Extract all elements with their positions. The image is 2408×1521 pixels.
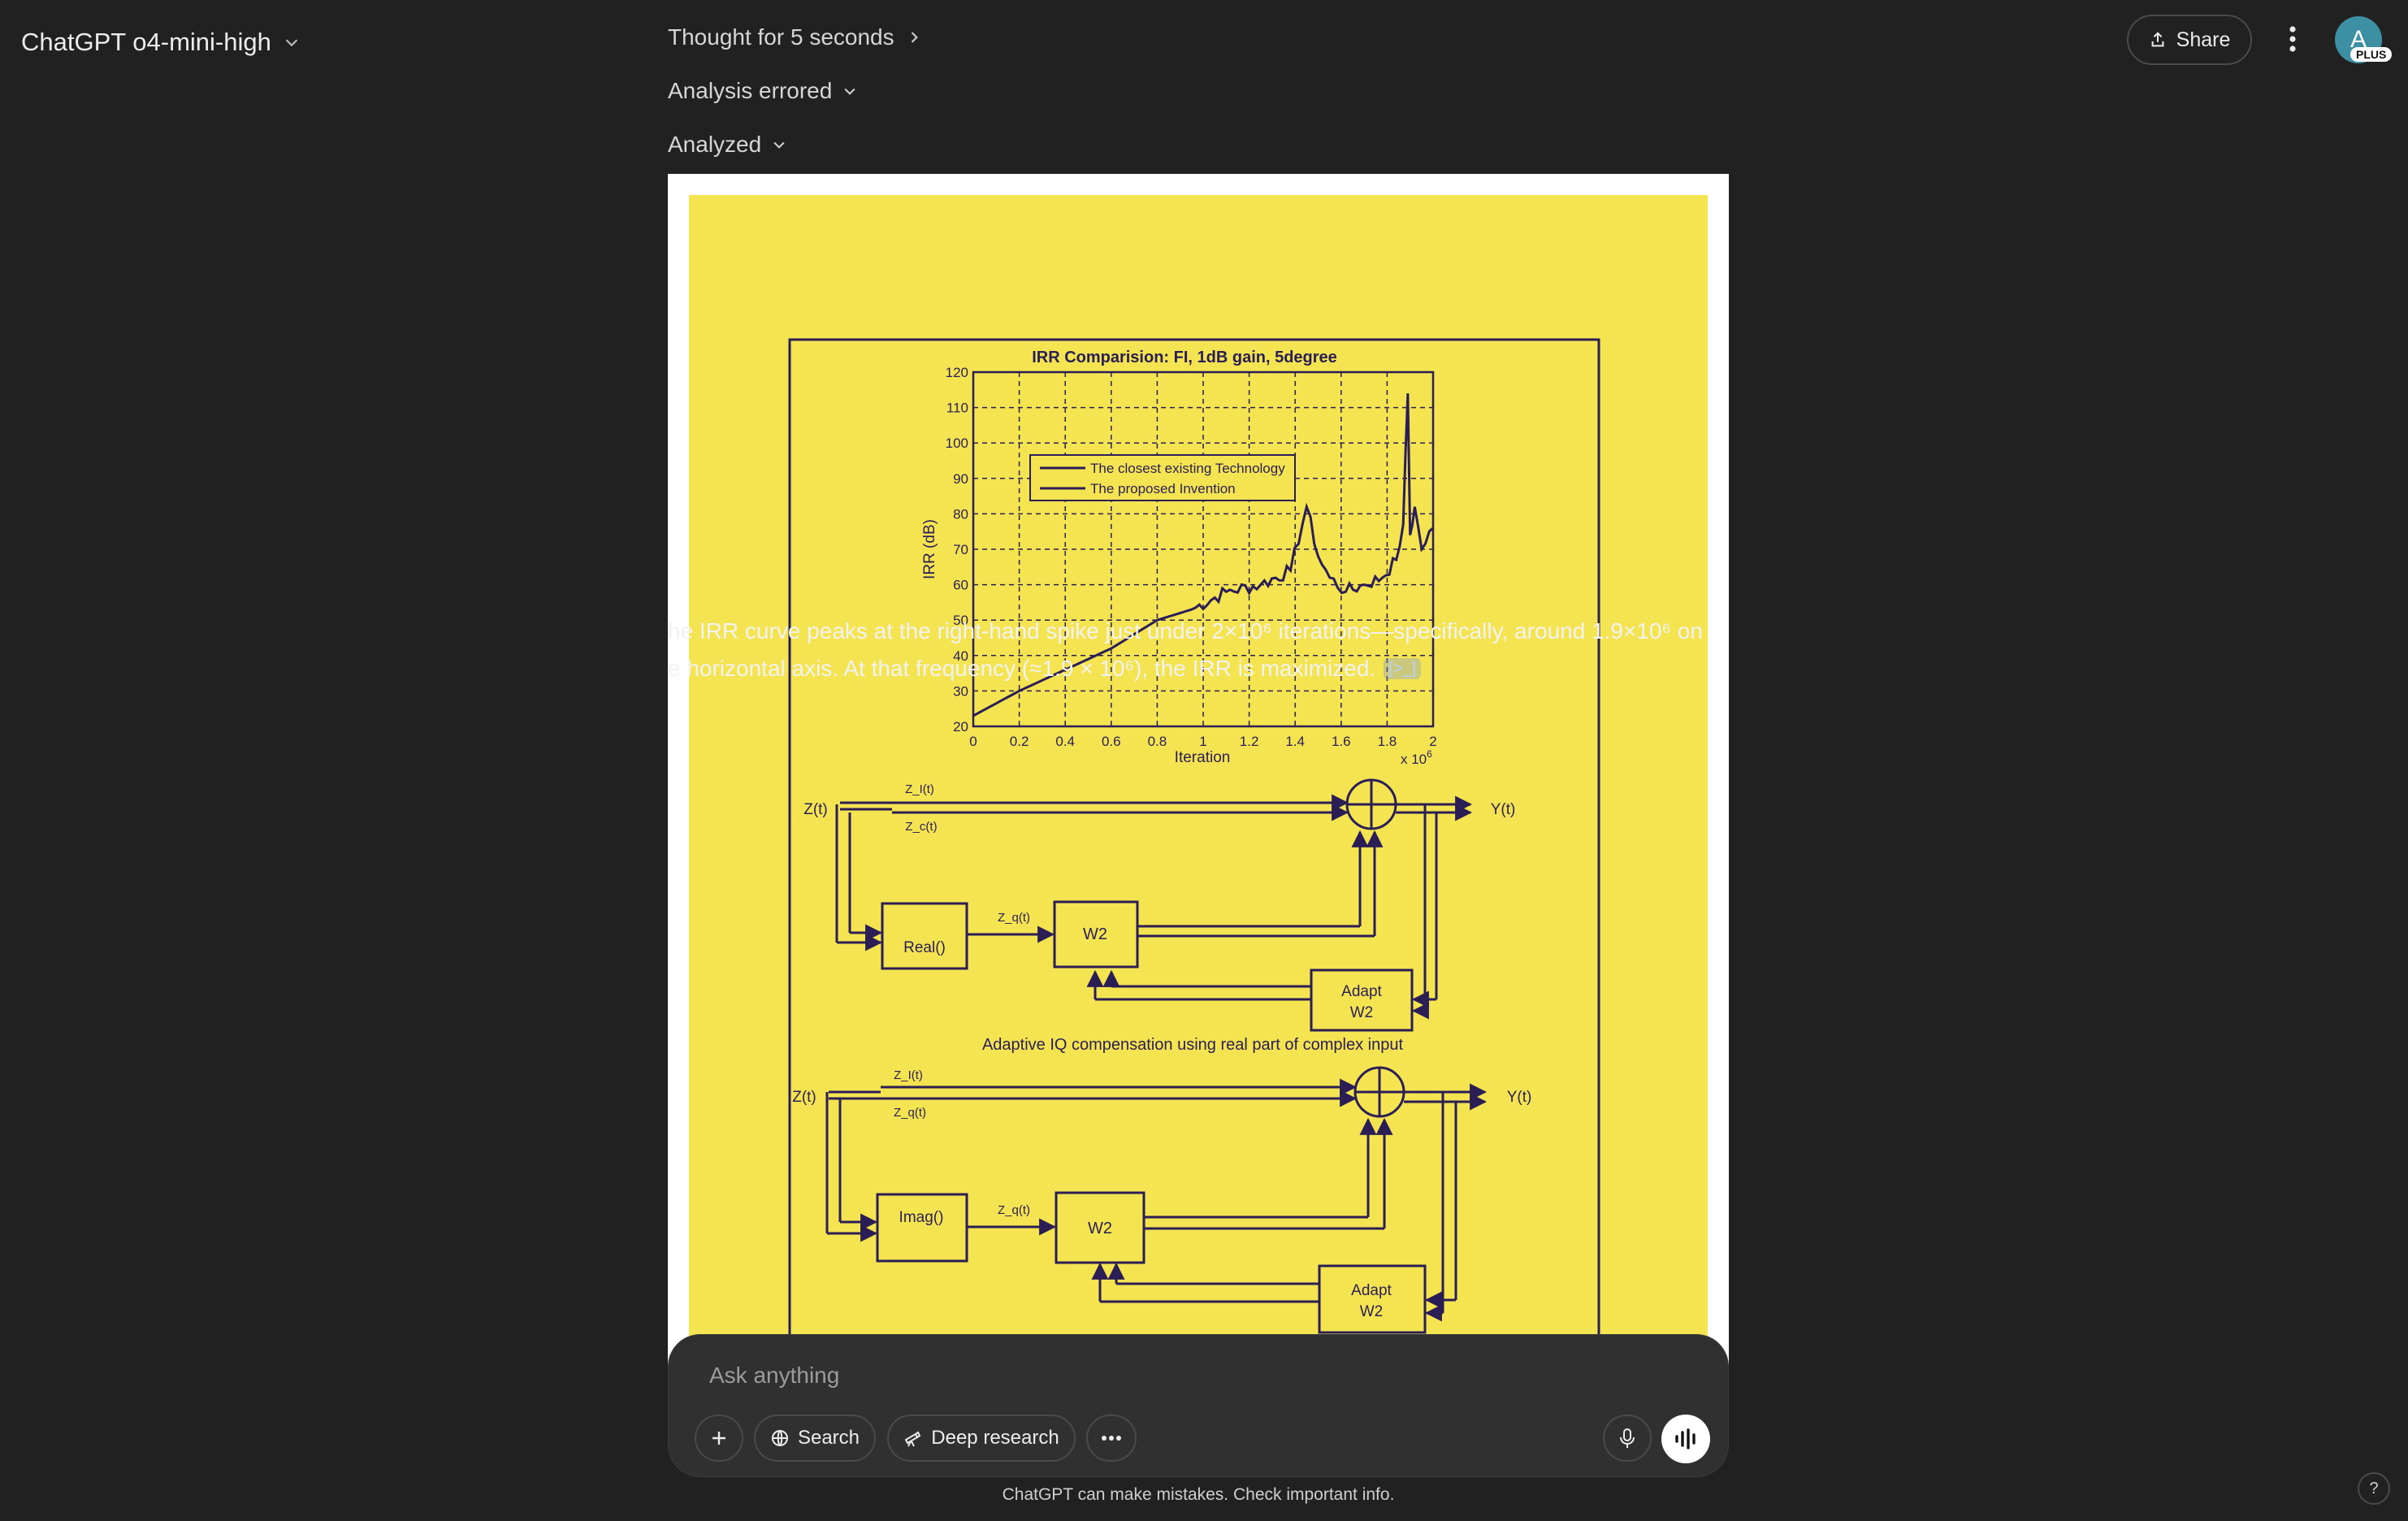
share-button[interactable]: Share bbox=[2127, 15, 2252, 65]
chart-title: IRR Comparision: FI, 1dB gain, 5degree bbox=[1032, 349, 1337, 366]
model-name: ChatGPT o4-mini-high bbox=[21, 28, 271, 56]
add-attachment-button[interactable] bbox=[695, 1415, 743, 1462]
x-tick-label: 0.8 bbox=[1148, 734, 1167, 749]
deep-research-label: Deep research bbox=[931, 1427, 1059, 1449]
x-axis-label: Iteration bbox=[1175, 749, 1231, 766]
deep-research-button[interactable]: Deep research bbox=[887, 1415, 1076, 1462]
diagram2-adapt-w2: W2 bbox=[1360, 1303, 1384, 1320]
diagram1-real-block: Real() bbox=[903, 939, 946, 956]
analyzed-label: Analyzed bbox=[668, 132, 762, 157]
x-tick-labels: 0 0.2 0.4 0.6 0.8 1 1.2 1.4 1.6 1.8 2 bbox=[969, 734, 1436, 749]
diagram2-upper: Z_I(t) bbox=[894, 1068, 923, 1082]
plan-badge: PLUS bbox=[2350, 47, 2393, 62]
y-tick-label: 60 bbox=[953, 578, 968, 593]
answer-line-2-row: e horizontal axis. At that frequency (≈1… bbox=[668, 650, 1729, 687]
diagram1-upper: Z_I(t) bbox=[905, 782, 934, 796]
diagram1-adapt-w2: W2 bbox=[1350, 1004, 1374, 1021]
help-button[interactable]: ? bbox=[2358, 1472, 2390, 1505]
diagram1-adapt-block: Adapt bbox=[1341, 983, 1382, 1000]
microphone-icon bbox=[1620, 1428, 1635, 1448]
diagram2-adapt-block: Adapt bbox=[1351, 1282, 1392, 1299]
diagram1-caption: Adaptive IQ compensation using real part… bbox=[982, 1036, 1404, 1054]
scanned-figure: IRR Comparision: FI, 1dB gain, 5degree 1… bbox=[689, 195, 1708, 1368]
answer-line-1: he IRR curve peaks at the right-hand spi… bbox=[668, 618, 1703, 644]
share-icon bbox=[2151, 32, 2164, 47]
y-tick-label: 100 bbox=[946, 436, 968, 451]
help-label: ? bbox=[2369, 1479, 2379, 1497]
x-tick-label: 1 bbox=[1199, 734, 1206, 749]
legend-entry-2: The proposed Invention bbox=[1090, 481, 1236, 496]
share-label: Share bbox=[2176, 28, 2231, 51]
y-tick-label: 70 bbox=[953, 542, 968, 557]
x-tick-label: 0.4 bbox=[1055, 734, 1075, 749]
diagram1-input: Z(t) bbox=[803, 801, 828, 818]
answer-line-2: e horizontal axis. At that frequency (≈1… bbox=[668, 656, 1376, 681]
voice-mode-button[interactable] bbox=[1661, 1415, 1710, 1463]
waveform-icon bbox=[1675, 1428, 1696, 1450]
diagram2-mid: Z_q(t) bbox=[998, 1203, 1030, 1217]
vertical-ellipsis-icon bbox=[2289, 26, 2296, 52]
chevron-down-icon bbox=[285, 39, 298, 47]
y-axis-label: IRR (dB) bbox=[921, 519, 938, 579]
chevron-down-icon bbox=[844, 88, 855, 95]
chevron-down-icon bbox=[773, 141, 785, 149]
thought-toggle[interactable]: Thought for 5 seconds bbox=[668, 18, 922, 57]
x-tick-label: 1.8 bbox=[1378, 734, 1397, 749]
analysis-errored-toggle[interactable]: Analysis errored bbox=[668, 72, 858, 110]
x-tick-label: 1.2 bbox=[1240, 734, 1259, 749]
x-tick-label: 1.4 bbox=[1285, 734, 1305, 749]
telescope-icon bbox=[904, 1431, 921, 1447]
y-tick-label: 110 bbox=[946, 401, 968, 416]
composer: Search Deep research bbox=[668, 1334, 1729, 1477]
search-button[interactable]: Search bbox=[754, 1415, 876, 1462]
diagram1-lower: Z_c(t) bbox=[905, 820, 937, 834]
y-tick-label: 20 bbox=[953, 719, 968, 734]
assistant-answer: he IRR curve peaks at the right-hand spi… bbox=[668, 613, 1729, 694]
globe-icon bbox=[771, 1430, 788, 1446]
diagram1-output: Y(t) bbox=[1491, 801, 1516, 818]
dictate-button[interactable] bbox=[1603, 1415, 1652, 1462]
legend-entry-1: The closest existing Technology bbox=[1090, 461, 1285, 476]
search-label: Search bbox=[797, 1427, 860, 1449]
disclaimer: ChatGPT can make mistakes. Check importa… bbox=[1002, 1485, 1395, 1504]
diagram1-w2-block: W2 bbox=[1083, 925, 1107, 943]
y-tick-label: 90 bbox=[953, 471, 968, 487]
x-tick-label: 2 bbox=[1429, 734, 1436, 749]
chevron-right-icon bbox=[911, 32, 918, 43]
diagram1-mid: Z_q(t) bbox=[998, 911, 1030, 925]
y-tick-label: 80 bbox=[953, 506, 968, 522]
analysis-errored-label: Analysis errored bbox=[668, 78, 833, 103]
model-switcher[interactable]: ChatGPT o4-mini-high bbox=[21, 23, 301, 62]
more-options-button[interactable] bbox=[2275, 21, 2311, 57]
thought-label: Thought for 5 seconds bbox=[668, 24, 894, 50]
y-tick-label: 120 bbox=[946, 365, 968, 380]
analysis-figure: IRR Comparision: FI, 1dB gain, 5degree 1… bbox=[668, 174, 1729, 1368]
diagram2-lower: Z_q(t) bbox=[894, 1106, 926, 1120]
x-tick-label: 0 bbox=[969, 734, 977, 749]
x-tick-label: 0.2 bbox=[1010, 734, 1029, 749]
x-tick-label: 1.6 bbox=[1332, 734, 1351, 749]
x-tick-label: 0.6 bbox=[1102, 734, 1121, 749]
horizontal-ellipsis-icon bbox=[1102, 1436, 1121, 1441]
analyzed-toggle[interactable]: Analyzed bbox=[668, 125, 787, 164]
diagram2-w2-block: W2 bbox=[1088, 1220, 1112, 1237]
more-tools-button[interactable] bbox=[1086, 1415, 1137, 1462]
code-citation-chip[interactable]: [>_] bbox=[1384, 658, 1422, 679]
x-multiplier: x 106 bbox=[1401, 748, 1432, 767]
scanned-figure-drawing: IRR Comparision: FI, 1dB gain, 5degree 1… bbox=[788, 338, 1600, 1368]
diagram2-output: Y(t) bbox=[1507, 1089, 1532, 1106]
prompt-input[interactable] bbox=[708, 1354, 1442, 1397]
diagram2-imag-block: Imag() bbox=[899, 1209, 944, 1226]
plus-icon bbox=[712, 1432, 725, 1445]
diagram2-input: Z(t) bbox=[792, 1089, 816, 1106]
